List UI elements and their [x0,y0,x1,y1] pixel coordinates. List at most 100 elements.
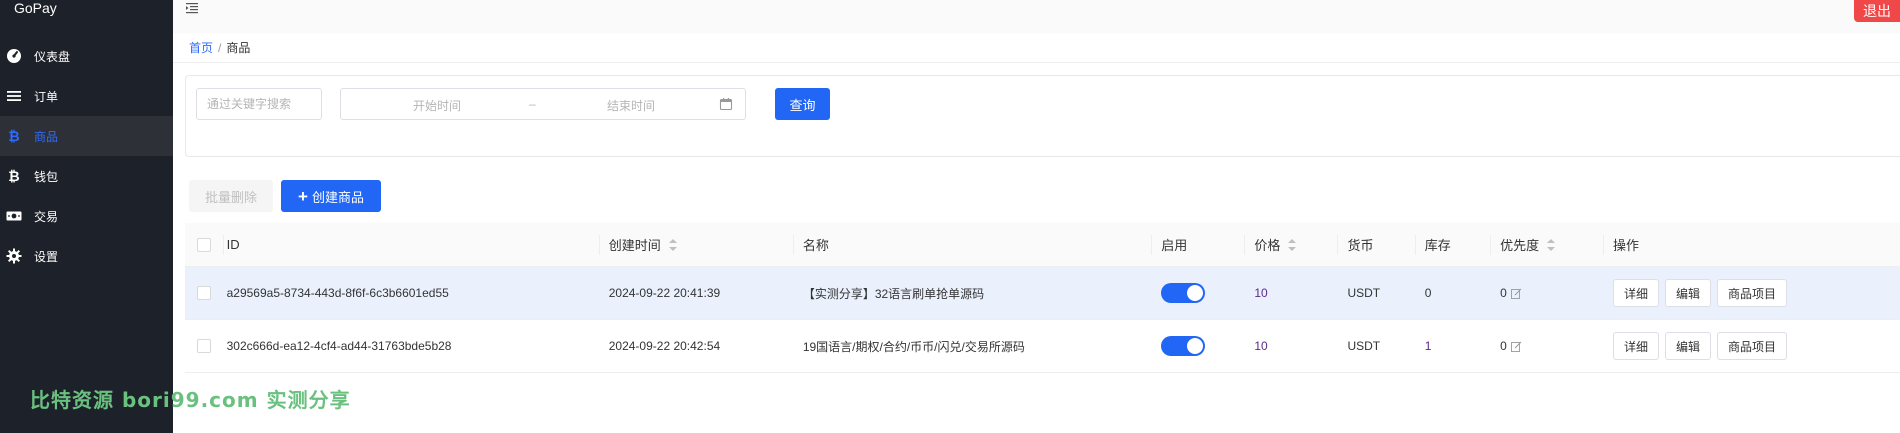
header-name: 名称 [792,223,1151,266]
enabled-toggle[interactable] [1161,283,1206,303]
range-separator: – [529,97,536,111]
bulk-delete-button[interactable]: 批量删除 [189,180,273,212]
divider [173,62,1900,63]
edit-icon[interactable] [1510,341,1522,352]
row-id: a29569a5-8734-443d-8f6f-6c3b6601ed55 [226,286,449,300]
sidebar-item-orders[interactable]: 订单 [0,76,173,116]
toggle-knob [1187,338,1204,354]
sidebar-item-label: 订单 [34,89,59,104]
row-currency: USDT [1347,339,1381,353]
table-header: ID 创建时间 名称 启用 价格 货币 库存 优先度 操作 [185,223,1900,267]
select-all-checkbox[interactable] [196,237,211,252]
header-enabled-label: 启用 [1161,238,1188,253]
sidebar: GoPay 仪表盘 订单 ₿ 商品 ₿ 钱包 交易 设置 [0,0,173,433]
edit-button[interactable]: 编辑 [1665,332,1712,360]
sort-icon[interactable] [668,238,677,251]
header-priority[interactable]: 优先度 [1490,223,1603,266]
table-row[interactable]: a29569a5-8734-443d-8f6f-6c3b6601ed55 202… [185,267,1900,320]
breadcrumb: 首页 / 商品 [189,39,250,56]
topbar: 退出 [173,0,1900,33]
start-time-field[interactable]: 开始时间 [407,97,467,114]
header-priority-label: 优先度 [1500,238,1540,253]
product-items-button[interactable]: 商品项目 [1717,279,1788,307]
row-checkbox[interactable] [196,286,211,300]
money-icon [6,208,22,224]
gear-icon [6,248,22,264]
row-price: 10 [1254,286,1268,300]
row-actions: 详细 编辑 商品项目 [1603,267,1900,319]
row-currency: USDT [1347,286,1381,300]
row-stock: 1 [1424,339,1432,353]
row-created: 2024-09-22 20:41:39 [608,286,721,300]
sidebar-item-dashboard[interactable]: 仪表盘 [0,36,173,76]
row-select-cell [185,320,223,372]
header-select-cell [185,223,223,266]
date-range-picker[interactable]: 开始时间 – 结束时间 [340,88,746,120]
sidebar-item-label: 设置 [34,249,59,264]
header-id-label: ID [226,237,240,252]
header-name-label: 名称 [802,238,829,253]
enabled-toggle[interactable] [1161,336,1206,356]
sidebar-item-label: 交易 [34,209,59,224]
keyword-search-input[interactable] [196,88,322,120]
create-product-label: 创建商品 [311,189,364,205]
row-checkbox[interactable] [196,339,211,353]
table-row[interactable]: 302c666d-ea12-4cf4-ad44-31763bde5b28 202… [185,320,1900,373]
query-button[interactable]: 查询 [775,88,830,120]
header-stock: 库存 [1414,223,1490,266]
row-created: 2024-09-22 20:42:54 [608,339,721,353]
sidebar-item-label: 仪表盘 [34,49,71,64]
sidebar-item-label: 钱包 [34,169,59,184]
sidebar-nav: 仪表盘 订单 ₿ 商品 ₿ 钱包 交易 设置 [0,36,173,276]
sort-icon[interactable] [1547,238,1556,251]
header-id: ID [222,223,599,266]
svg-text:₿: ₿ [8,169,19,184]
header-stock-label: 库存 [1424,238,1451,253]
row-enabled-cell [1151,320,1244,372]
row-priority-cell: 0 [1490,320,1603,372]
dashboard-icon [6,48,22,64]
svg-text:₿: ₿ [8,129,19,144]
create-product-button[interactable]: + 创建商品 [281,180,381,212]
row-enabled-cell [1151,267,1244,319]
calendar-icon [719,98,733,111]
plus-icon: + [298,186,308,206]
row-name: 19国语言/期权/合约/币币/闪兑/交易所源码 [802,339,1025,354]
header-created[interactable]: 创建时间 [598,223,793,266]
row-priority: 0 [1500,286,1507,300]
header-currency: 货币 [1337,223,1414,266]
sidebar-item-products[interactable]: ₿ 商品 [0,116,173,156]
product-items-button[interactable]: 商品项目 [1717,332,1788,360]
detail-button[interactable]: 详细 [1613,332,1660,360]
products-table: ID 创建时间 名称 启用 价格 货币 库存 优先度 操作 a29569a5-8… [185,223,1900,373]
sidebar-item-wallet[interactable]: ₿ 钱包 [0,156,173,196]
list-icon [6,88,22,104]
sidebar-item-transactions[interactable]: 交易 [0,196,173,236]
main-content: 退出 首页 / 商品 开始时间 – 结束时间 查询 批量删除 + 创建商品 ID 创… [173,0,1900,433]
row-priority: 0 [1500,339,1507,353]
breadcrumb-separator: / [218,41,222,55]
breadcrumb-current: 商品 [226,41,251,55]
end-time-field[interactable]: 结束时间 [601,97,661,114]
sidebar-item-settings[interactable]: 设置 [0,236,173,276]
sidebar-item-label: 商品 [34,129,59,144]
header-enabled: 启用 [1151,223,1244,266]
detail-button[interactable]: 详细 [1613,279,1660,307]
sort-icon[interactable] [1288,238,1297,251]
row-priority-cell: 0 [1490,267,1603,319]
breadcrumb-home[interactable]: 首页 [189,41,213,55]
header-price[interactable]: 价格 [1244,223,1337,266]
bitcoin-icon: ₿ [6,168,22,184]
header-currency-label: 货币 [1347,238,1374,253]
logout-button[interactable]: 退出 [1854,0,1900,22]
row-id: 302c666d-ea12-4cf4-ad44-31763bde5b28 [226,339,452,353]
search-panel: 开始时间 – 结束时间 查询 [185,75,1900,157]
header-price-label: 价格 [1254,238,1281,253]
row-select-cell [185,267,223,319]
brand-logo: GoPay [14,0,57,16]
edit-button[interactable]: 编辑 [1665,279,1712,307]
header-created-label: 创建时间 [608,238,661,253]
edit-icon[interactable] [1510,288,1522,299]
menu-fold-icon[interactable] [185,1,199,15]
toggle-knob [1187,285,1204,301]
